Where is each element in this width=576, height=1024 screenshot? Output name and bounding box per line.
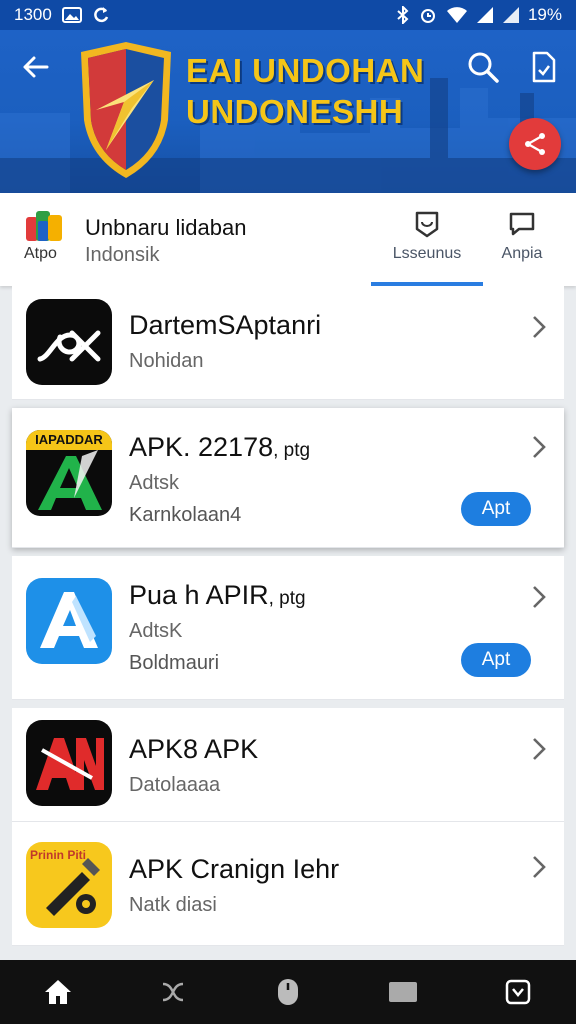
document-icon xyxy=(532,51,556,83)
item-detail: Boldmauri xyxy=(129,652,220,674)
item-subtitle: Datolaaaa xyxy=(129,774,221,796)
red-an-logo-icon xyxy=(26,720,112,806)
green-a-logo-icon: IAPADDAR xyxy=(26,430,112,516)
item-title: APK Cranign Iehr xyxy=(129,854,340,884)
status-time: 1300 xyxy=(14,5,52,24)
chevron-right-icon xyxy=(533,856,546,878)
item-subtitle: Natk diasi xyxy=(129,894,217,916)
item-subtitle: Nohidan xyxy=(129,350,204,372)
nav-window-button[interactable] xyxy=(383,972,423,1012)
pix-logo-icon xyxy=(26,299,112,385)
item-subtitle: Adtsk xyxy=(129,472,180,494)
alarm-icon xyxy=(418,6,438,24)
app-subtitle: Indonsik xyxy=(85,244,160,266)
header-title-line2: UNDONESHH xyxy=(186,93,404,130)
item-title-suffix: , ptg xyxy=(273,440,311,461)
nav-tools-button[interactable] xyxy=(153,972,193,1012)
list-item[interactable]: Prinin Piti APK Cranign Iehr Natk diasi xyxy=(12,822,564,946)
blue-a-logo-icon xyxy=(26,578,112,664)
list-item[interactable]: DartemSAptanri Nohidan xyxy=(12,286,564,400)
chat-icon xyxy=(509,212,535,236)
back-button[interactable] xyxy=(18,50,52,84)
bluetooth-icon xyxy=(396,6,410,24)
apt-button[interactable]: Apt xyxy=(461,492,531,526)
list-item[interactable]: IAPADDAR APK. 22178, ptg Adtsk Karnkolaa… xyxy=(12,408,564,548)
tab-label: Lsseunus xyxy=(392,245,462,262)
item-title-suffix: , ptg xyxy=(268,588,306,609)
tools-icon xyxy=(162,982,183,1002)
item-subtitle: AdtsK xyxy=(129,620,183,642)
app-title: Unbnaru lidaban xyxy=(85,215,247,240)
archive-icon xyxy=(506,979,531,1005)
search-icon xyxy=(468,52,499,83)
document-button[interactable] xyxy=(526,50,560,84)
nav-mouse-button[interactable] xyxy=(268,972,308,1012)
item-title: APK. 22178, ptg xyxy=(129,432,310,463)
shield-chat-icon xyxy=(415,211,439,238)
item-title: DartemSAptanri xyxy=(129,310,322,340)
chevron-right-icon xyxy=(533,738,546,760)
yellow-tool-logo-icon: Prinin Piti xyxy=(26,842,112,928)
nav-home-button[interactable] xyxy=(38,972,78,1012)
status-bar: 1300 19% xyxy=(0,0,576,30)
item-title: APK8 APK xyxy=(129,734,259,764)
window-icon xyxy=(389,982,418,1002)
image-icon xyxy=(61,7,82,23)
item-title: Pua h APIR, ptg xyxy=(129,580,306,611)
tab-label: Anpia xyxy=(501,245,543,262)
wifi-icon xyxy=(446,6,468,24)
shield-emblem-logo xyxy=(81,42,171,178)
share-icon xyxy=(525,133,545,155)
mouse-icon xyxy=(277,979,298,1005)
list-item[interactable]: Pua h APIR, ptg AdtsK Boldmauri Apt xyxy=(12,556,564,700)
item-detail: Karnkolaan4 xyxy=(129,504,242,526)
header-banner: EAI UNDOHAN UNDONESHH xyxy=(0,30,576,193)
bottom-navigation xyxy=(0,960,576,1024)
battery-text: 19% xyxy=(527,5,562,24)
header-title: EAI UNDOHAN UNDONESHH xyxy=(186,50,424,132)
search-button[interactable] xyxy=(466,50,500,84)
chevron-right-icon xyxy=(533,586,546,608)
signal-icon xyxy=(502,6,520,24)
tab-anpia[interactable]: Anpia xyxy=(472,209,572,286)
sync-icon xyxy=(92,6,110,24)
share-fab-button[interactable] xyxy=(509,118,561,170)
chevron-right-icon xyxy=(533,436,546,458)
item-title-text: APK. 22178 xyxy=(129,432,274,462)
chevron-right-icon xyxy=(533,316,546,338)
list-item[interactable]: APK8 APK Datolaaaa xyxy=(12,708,564,822)
app-label: Atpo xyxy=(24,245,57,262)
signal-icon xyxy=(476,6,494,24)
header-title-line1: EAI UNDOHAN xyxy=(186,52,425,89)
app-logo-icon xyxy=(26,211,62,241)
tab-lsseunus[interactable]: Lsseunus xyxy=(371,209,483,286)
nav-archive-button[interactable] xyxy=(498,972,538,1012)
home-icon xyxy=(44,980,71,1004)
apt-button[interactable]: Apt xyxy=(461,643,531,677)
arrow-left-icon xyxy=(23,56,49,78)
app-info-bar: Atpo Unbnaru lidaban Indonsik Lsseunus A… xyxy=(0,193,576,286)
item-title-text: Pua h APIR xyxy=(129,580,269,610)
